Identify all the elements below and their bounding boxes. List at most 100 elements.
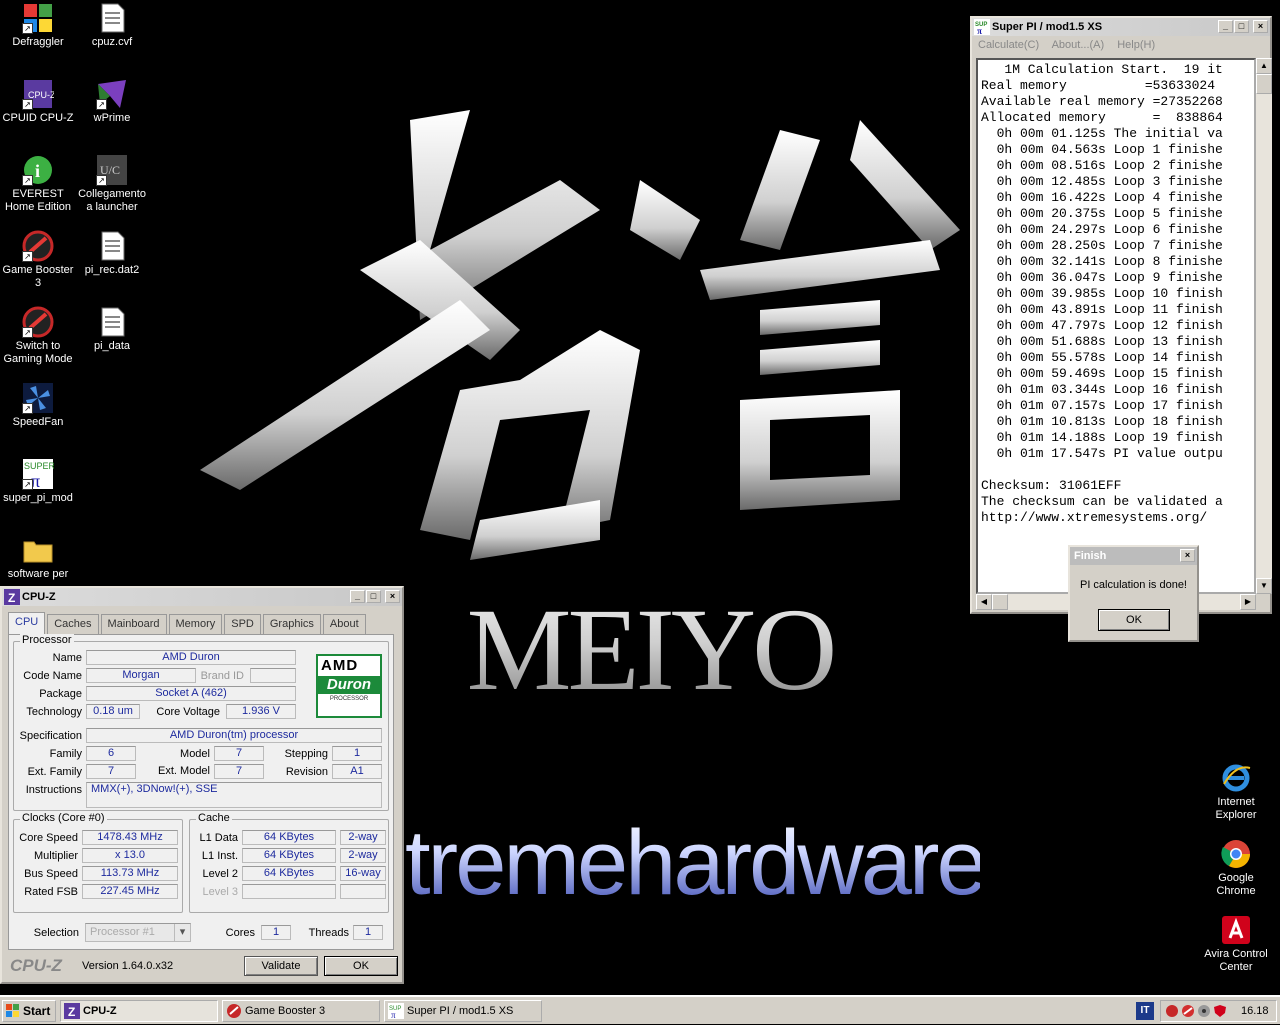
processor-group: Processor Name AMD Duron Code Name Morga… — [13, 634, 389, 811]
finish-titlebar[interactable]: Finish × — [1070, 547, 1197, 565]
desktop-icon-pi-data[interactable]: pi_data — [74, 306, 150, 353]
family-value: 6 — [86, 746, 136, 761]
shortcut-arrow-icon: ↗ — [22, 175, 33, 186]
shortcut-arrow-icon: ↗ — [22, 403, 33, 414]
desktop-icon-label: Collegamento a launcher — [78, 188, 146, 213]
scroll-right-icon[interactable]: ▶ — [1240, 594, 1256, 610]
desktop-icon-cpuid-cpu-z[interactable]: CPU-Z ↗ CPUID CPU-Z — [0, 78, 76, 125]
scroll-up-icon[interactable]: ▲ — [1256, 58, 1272, 74]
output-line: 0h 01m 03.344s Loop 16 finish — [981, 382, 1223, 397]
threads-label: Threads — [308, 927, 349, 939]
processor-group-title: Processor — [20, 634, 74, 646]
close-button[interactable]: × — [1253, 20, 1268, 33]
l1-inst-label: L1 Inst. — [201, 850, 238, 862]
stepping-value: 1 — [332, 746, 382, 761]
output-line: http://www.xtremesystems.org/ — [981, 510, 1208, 525]
ext-model-label: Ext. Model — [158, 765, 210, 777]
desktop-icon-cpuz-cvf[interactable]: cpuz.cvf — [74, 2, 150, 49]
chrome-icon — [1220, 838, 1252, 870]
avira-tray-icon[interactable] — [1213, 1004, 1227, 1025]
close-button[interactable]: × — [385, 590, 400, 603]
desktop-icon-everest-home-edition[interactable]: i ↗ EVEREST Home Edition — [0, 154, 76, 214]
model-value: 7 — [214, 746, 264, 761]
specification-label: Specification — [19, 730, 82, 742]
taskbar-item-label: CPU-Z — [83, 1005, 117, 1017]
desktop-icon-software-per[interactable]: software per — [0, 534, 76, 581]
start-button[interactable]: Start — [2, 1000, 56, 1022]
processor-logo-text: PROCESSOR — [329, 696, 369, 702]
desktop-icon-google-chrome[interactable]: Google Chrome — [1198, 838, 1274, 898]
desktop-icon-super-pi-mod[interactable]: SUPER π ↗ super_pi_mod — [0, 458, 76, 505]
level3-assoc — [340, 884, 386, 899]
bus-speed-label: Bus Speed — [24, 868, 78, 880]
scroll-down-icon[interactable]: ▼ — [1256, 578, 1272, 594]
minimize-button[interactable]: _ — [350, 590, 365, 603]
taskbar-item-superpi[interactable]: SUP π Super PI / mod1.5 XS — [384, 1000, 542, 1022]
finish-ok-button[interactable]: OK — [1098, 609, 1170, 631]
minimize-button[interactable]: _ — [1218, 20, 1233, 33]
wallpaper-meiyo-text: MEIYO — [440, 580, 860, 720]
cpuz-titlebar[interactable]: Z CPU-Z _ □ × — [2, 588, 402, 606]
speedfan-tray-icon[interactable] — [1197, 1004, 1211, 1025]
superpi-app-icon: SUP π — [974, 19, 990, 36]
tab-memory[interactable]: Memory — [168, 614, 223, 634]
superpi-output-text[interactable]: 1M Calculation Start. 19 it Real memory =… — [976, 58, 1256, 594]
menu-calculate[interactable]: Calculate(C) — [978, 39, 1039, 51]
family-label: Family — [49, 748, 82, 760]
clock[interactable]: 16.18 — [1241, 1001, 1269, 1021]
cache-group-title: Cache — [196, 812, 232, 824]
level2-label: Level 2 — [202, 868, 238, 880]
ok-button[interactable]: OK — [324, 956, 398, 976]
name-value: AMD Duron — [86, 650, 296, 665]
clocks-group: Clocks (Core #0) Core Speed 1478.43 MHz … — [13, 812, 183, 913]
scroll-left-icon[interactable]: ◀ — [976, 594, 992, 610]
hscroll-thumb[interactable] — [992, 594, 1008, 610]
taskbar-item-label: Super PI / mod1.5 XS — [407, 1005, 514, 1017]
svg-text:π: π — [977, 26, 982, 35]
output-line: 0h 00m 01.125s The initial va — [981, 126, 1223, 141]
core-speed-value: 1478.43 MHz — [82, 830, 178, 845]
desktop-icon-pi-rec-dat2[interactable]: pi_rec.dat2 — [74, 230, 150, 277]
maximize-button[interactable]: □ — [1234, 20, 1249, 33]
processor-select[interactable]: Processor #1 ▾ — [85, 923, 191, 942]
desktop-icon-wprime[interactable]: ↗ wPrime — [74, 78, 150, 125]
scroll-thumb[interactable] — [1256, 74, 1272, 94]
menu-help[interactable]: Help(H) — [1117, 39, 1155, 51]
desktop-icon-collegamento-a-launcher[interactable]: U/C ↗ Collegamento a launcher — [74, 154, 150, 214]
maximize-button[interactable]: □ — [366, 590, 381, 603]
desktop-icon-internet-explorer[interactable]: Internet Explorer — [1198, 762, 1274, 822]
desktop-icon-switch-to-gaming-mode[interactable]: ↗ Switch to Gaming Mode — [0, 306, 76, 366]
tab-graphics[interactable]: Graphics — [262, 614, 321, 634]
output-line: Allocated memory = 838864 — [981, 110, 1223, 125]
desktop-icon-avira[interactable]: Avira Control Center — [1198, 914, 1274, 974]
desktop-icon-defraggler[interactable]: ↗ Defraggler — [0, 2, 76, 49]
windows-logo-icon — [6, 1004, 20, 1018]
close-button[interactable]: × — [1180, 549, 1195, 562]
tab-spd[interactable]: SPD — [224, 614, 261, 634]
desktop-icon-speedfan[interactable]: ↗ SpeedFan — [0, 382, 76, 429]
validate-button[interactable]: Validate — [244, 956, 318, 976]
tab-about[interactable]: About — [322, 614, 366, 634]
tab-cpu[interactable]: CPU — [8, 612, 46, 634]
chevron-down-icon[interactable]: ▾ — [174, 924, 190, 941]
tab-caches[interactable]: Caches — [47, 614, 99, 634]
tab-mainboard[interactable]: Mainboard — [100, 614, 167, 634]
game-booster-tray-icon[interactable] — [1165, 1004, 1179, 1025]
taskbar: Start Z CPU-Z Game Booster 3 SUP π Super … — [0, 995, 1280, 1024]
vertical-scrollbar[interactable]: ▲ ▼ — [1256, 58, 1272, 594]
wprime-icon: ↗ — [96, 78, 128, 110]
instructions-label: Instructions — [25, 784, 82, 796]
desktop-icon-game-booster-3[interactable]: ↗ Game Booster 3 — [0, 230, 76, 290]
game-booster-tray-icon[interactable] — [1181, 1004, 1195, 1025]
superpi-titlebar[interactable]: SUP π Super PI / mod1.5 XS _ □ × — [972, 18, 1270, 36]
taskbar-item-label: Game Booster 3 — [245, 1005, 326, 1017]
output-line: 0h 00m 59.469s Loop 15 finish — [981, 366, 1223, 381]
taskbar-item-cpuz[interactable]: Z CPU-Z — [60, 1000, 218, 1022]
taskbar-item-game-booster[interactable]: Game Booster 3 — [222, 1000, 380, 1022]
language-indicator[interactable]: IT — [1136, 1002, 1154, 1020]
l1-inst-assoc: 2-way — [340, 848, 386, 863]
multiplier-label: Multiplier — [33, 850, 78, 862]
menu-about[interactable]: About...(A) — [1052, 39, 1105, 51]
output-line: 1M Calculation Start. 19 it — [981, 62, 1223, 77]
